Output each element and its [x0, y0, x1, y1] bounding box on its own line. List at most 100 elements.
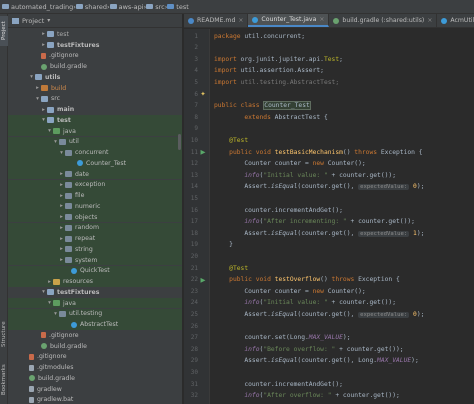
line-number: 21	[190, 264, 198, 272]
breadcrumb-item[interactable]: src	[146, 3, 165, 11]
tree-item[interactable]: ▸ resources	[8, 276, 182, 287]
editor-tab[interactable]: README.md ×	[184, 14, 249, 27]
tree-item[interactable]: ▸ testFixtures	[8, 40, 182, 51]
project-panel-title[interactable]: Project	[22, 17, 44, 25]
code-line: Assert.isEqual(counter.get(), Long.MAX_V…	[214, 355, 418, 367]
tree-item[interactable]: ▾ util	[8, 136, 182, 148]
chevron-down-icon[interactable]: ▾	[52, 139, 59, 145]
tree-item[interactable]: ▾ java	[8, 125, 182, 137]
chevron-right-icon[interactable]: ▸	[58, 257, 65, 263]
tree-item[interactable]: build.gradle	[8, 373, 182, 384]
tree-item[interactable]: ▾ utils	[8, 72, 182, 83]
tree-item[interactable]: .gitignore	[8, 330, 182, 341]
code-editor[interactable]: 1 2 3 4 5 6 7 8 9 10 11 12 13 14 15 16 17 18 19 20 21 22 23 24 2…	[184, 29, 474, 404]
tree-item[interactable]: QuickTest	[8, 265, 182, 277]
chevron-down-icon[interactable]: ▾	[52, 311, 59, 317]
code-token: );	[416, 229, 425, 237]
lightbulb-icon[interactable]: ✦	[199, 90, 207, 98]
chevron-down-icon[interactable]: ▾	[58, 150, 65, 156]
code-line: extends AbstractTest {	[214, 112, 327, 124]
tree-item-label: .gitmodules	[37, 364, 74, 372]
tree-item[interactable]: ▸ file	[8, 190, 182, 201]
gitignore-icon	[41, 52, 46, 59]
chevron-down-icon[interactable]: ▾	[40, 289, 47, 295]
chevron-right-icon[interactable]: ▸	[58, 203, 65, 209]
close-icon[interactable]: ×	[319, 16, 324, 23]
breadcrumb-item[interactable]: automated_trading	[2, 3, 73, 11]
breadcrumb-label: aws-api	[118, 2, 144, 11]
scrollbar-thumb[interactable]	[178, 134, 181, 150]
folder-icon	[146, 4, 154, 9]
tree-item[interactable]: ▸ test	[8, 29, 182, 40]
tree-item[interactable]: AbstractTest	[8, 319, 182, 330]
tree-item[interactable]: ▸ repeat	[8, 233, 182, 244]
tree-item[interactable]: ▾ concurrent	[8, 147, 182, 158]
code-line: counter.set(Long.MAX_VALUE);	[214, 332, 350, 344]
tree-item[interactable]: Counter_Test	[8, 158, 182, 169]
tree-item[interactable]: ▸ objects	[8, 211, 182, 223]
close-icon[interactable]: ×	[238, 17, 243, 24]
chevron-down-icon[interactable]: ▾	[46, 300, 53, 306]
breadcrumb-item[interactable]: aws-api	[109, 2, 144, 11]
tree-item[interactable]: ▸ random	[8, 222, 182, 234]
chevron-down-icon[interactable]: ▾	[34, 96, 41, 102]
tree-item[interactable]: ▾ java	[8, 297, 182, 309]
project-tool-button[interactable]: Project	[0, 16, 8, 46]
tree-item[interactable]: gradlew	[8, 384, 182, 395]
tree-item[interactable]: .gitignore	[8, 352, 182, 363]
chevron-down-icon[interactable]: ▾	[46, 128, 53, 134]
chevron-down-icon[interactable]: ▾	[40, 117, 47, 123]
tree-item[interactable]: ▸ build	[8, 83, 182, 94]
tree-item[interactable]: ▾ test	[8, 115, 182, 126]
chevron-right-icon[interactable]: ▸	[58, 193, 65, 199]
chevron-down-icon[interactable]: ▾	[47, 17, 50, 24]
breadcrumb-item[interactable]: test	[167, 3, 189, 11]
bookmarks-tool-button[interactable]: Bookmarks	[0, 360, 8, 400]
tree-item[interactable]: ▸ exception	[8, 179, 182, 191]
editor-scrollbar[interactable]	[468, 29, 474, 404]
tree-item[interactable]: ▾ src	[8, 94, 182, 105]
chevron-right-icon[interactable]: ▸	[58, 214, 65, 220]
tree-item[interactable]: ▸ string	[8, 244, 182, 255]
tree-item[interactable]: ▸ main	[8, 104, 182, 115]
editor-tab[interactable]: Counter_Test.java ×	[248, 14, 330, 27]
code-token: 0	[409, 183, 417, 191]
tree-item[interactable]: ▾ util.testing	[8, 308, 182, 320]
package-icon	[65, 171, 72, 178]
breadcrumb-item[interactable]: shared	[75, 3, 107, 11]
structure-tool-button[interactable]: Structure	[0, 316, 8, 352]
tree-item[interactable]: build.gradle	[8, 61, 182, 72]
chevron-right-icon[interactable]: ▸	[58, 236, 65, 242]
close-icon[interactable]: ×	[427, 17, 432, 24]
tree-item[interactable]: ▸ system	[8, 254, 182, 266]
chevron-right-icon[interactable]: ▸	[58, 246, 65, 252]
run-test-icon[interactable]: ▶	[199, 276, 207, 284]
editor-tab[interactable]: AcmUtil.java×	[437, 14, 474, 27]
chevron-right-icon[interactable]: ▸	[40, 31, 47, 37]
tree-item[interactable]: build.gradle	[8, 341, 182, 352]
chevron-right-icon[interactable]: ▸	[58, 171, 65, 177]
tree-item-label: testFixtures	[57, 288, 100, 296]
chevron-down-icon[interactable]: ▾	[28, 74, 35, 80]
chevron-right-icon[interactable]: ▸	[58, 225, 65, 231]
chevron-right-icon[interactable]: ▸	[40, 107, 47, 113]
chevron-right-icon[interactable]: ▸	[34, 85, 41, 91]
tree-item[interactable]: ▸ numeric	[8, 201, 182, 212]
code-token: counter.incrementAndGet();	[214, 206, 343, 214]
chevron-right-icon[interactable]: ▸	[40, 42, 47, 48]
code-line: @Test	[214, 135, 248, 147]
tree-item[interactable]: .gitignore	[8, 51, 182, 62]
run-test-icon[interactable]: ▶	[199, 148, 207, 156]
tree-item[interactable]: ▾ testFixtures	[8, 287, 182, 298]
code-line: info("After overflow: " + counter.get())…	[214, 390, 399, 402]
tree-item[interactable]: gradlew.bat	[8, 395, 182, 404]
chevron-right-icon[interactable]: ▸	[46, 279, 53, 285]
tree-item[interactable]: .gitmodules	[8, 362, 182, 373]
chevron-right-icon[interactable]: ▸	[58, 182, 65, 188]
tree-item[interactable]: ▸ date	[8, 168, 182, 180]
code-token: );	[416, 183, 425, 191]
code-token: @Test	[214, 136, 249, 144]
editor-tab[interactable]: build.gradle (:shared:utils) ×	[329, 14, 438, 27]
package-icon	[65, 224, 72, 231]
